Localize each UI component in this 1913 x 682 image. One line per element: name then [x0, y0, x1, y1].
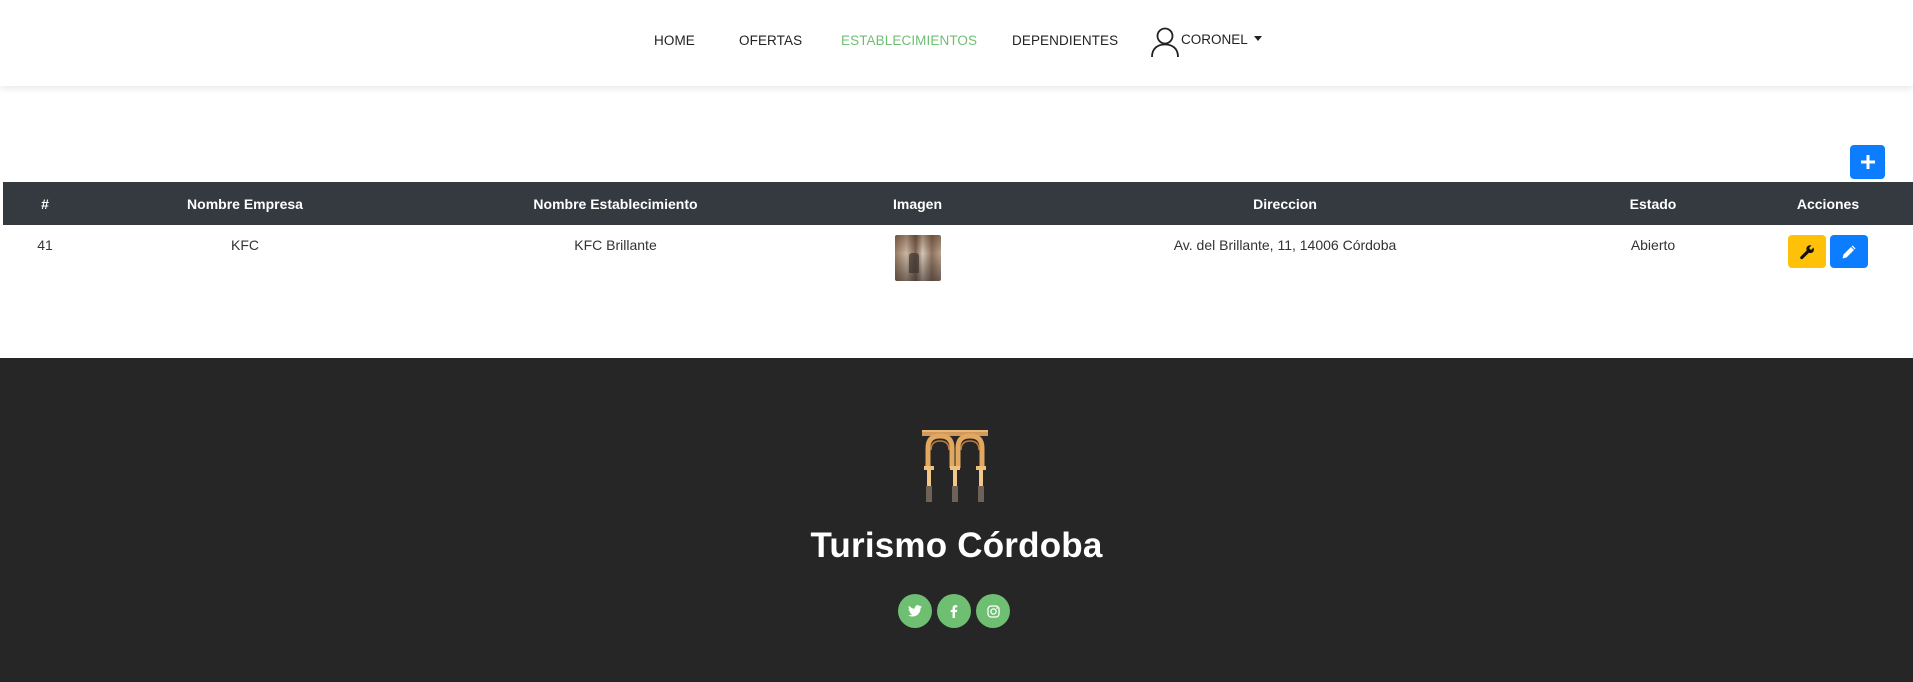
- nav-dependientes[interactable]: DEPENDIENTES: [1012, 33, 1118, 48]
- header-imagen: Imagen: [892, 195, 942, 212]
- cell-establecimiento: KFC Brillante: [574, 237, 657, 253]
- cell-direccion: Av. del Brillante, 11, 14006 Córdoba: [1173, 237, 1397, 253]
- wrench-icon: [1800, 244, 1814, 259]
- nav-establecimientos[interactable]: ESTABLECIMIENTOS: [841, 33, 977, 48]
- cell-id: 41: [37, 237, 53, 253]
- instagram-link[interactable]: [976, 594, 1010, 628]
- cell-imagen: [828, 225, 1007, 289]
- table-header-row: # Nombre Empresa Nombre Establecimiento …: [3, 182, 1913, 225]
- instagram-icon: [986, 604, 1000, 618]
- header-estado: Estado: [1629, 195, 1677, 212]
- top-navbar: HOME OFERTAS ESTABLECIMIENTOS DEPENDIENT…: [0, 0, 1913, 86]
- user-icon: [1150, 26, 1180, 58]
- caret-down-icon: [1253, 35, 1262, 41]
- nav-ofertas[interactable]: OFERTAS: [739, 33, 802, 48]
- header-nombre-empresa: Nombre Empresa: [187, 195, 303, 212]
- site-footer: Turismo Córdoba: [0, 358, 1913, 682]
- manage-button[interactable]: [1788, 235, 1826, 268]
- cell-estado: Abierto: [1630, 237, 1676, 253]
- header-nombre-establecimiento: Nombre Establecimiento: [533, 195, 698, 212]
- footer-brand-title: Turismo Córdoba: [810, 526, 1103, 565]
- user-menu-dropdown[interactable]: CORONEL: [1150, 26, 1262, 58]
- header-acciones: Acciones: [1796, 195, 1860, 212]
- table-row: 41 KFC KFC Brillante Av. del Brillante, …: [3, 225, 1913, 289]
- facebook-icon: [950, 604, 958, 618]
- twitter-link[interactable]: [898, 594, 932, 628]
- edit-button[interactable]: [1830, 235, 1868, 268]
- header-direccion: Direccion: [1253, 195, 1317, 212]
- facebook-link[interactable]: [937, 594, 971, 628]
- cell-empresa: KFC: [231, 237, 259, 253]
- plus-icon: [1860, 155, 1875, 169]
- establishments-table: # Nombre Empresa Nombre Establecimiento …: [3, 182, 1913, 289]
- header-id: #: [41, 195, 49, 212]
- establishment-thumbnail: [894, 235, 941, 281]
- twitter-icon: [908, 605, 922, 617]
- nav-home[interactable]: HOME: [654, 33, 695, 48]
- cell-acciones: [1743, 225, 1913, 289]
- add-establishment-button[interactable]: [1850, 145, 1885, 179]
- user-name-label: CORONEL: [1181, 31, 1248, 47]
- mosque-arches-logo: [920, 428, 990, 502]
- pencil-icon: [1842, 245, 1856, 258]
